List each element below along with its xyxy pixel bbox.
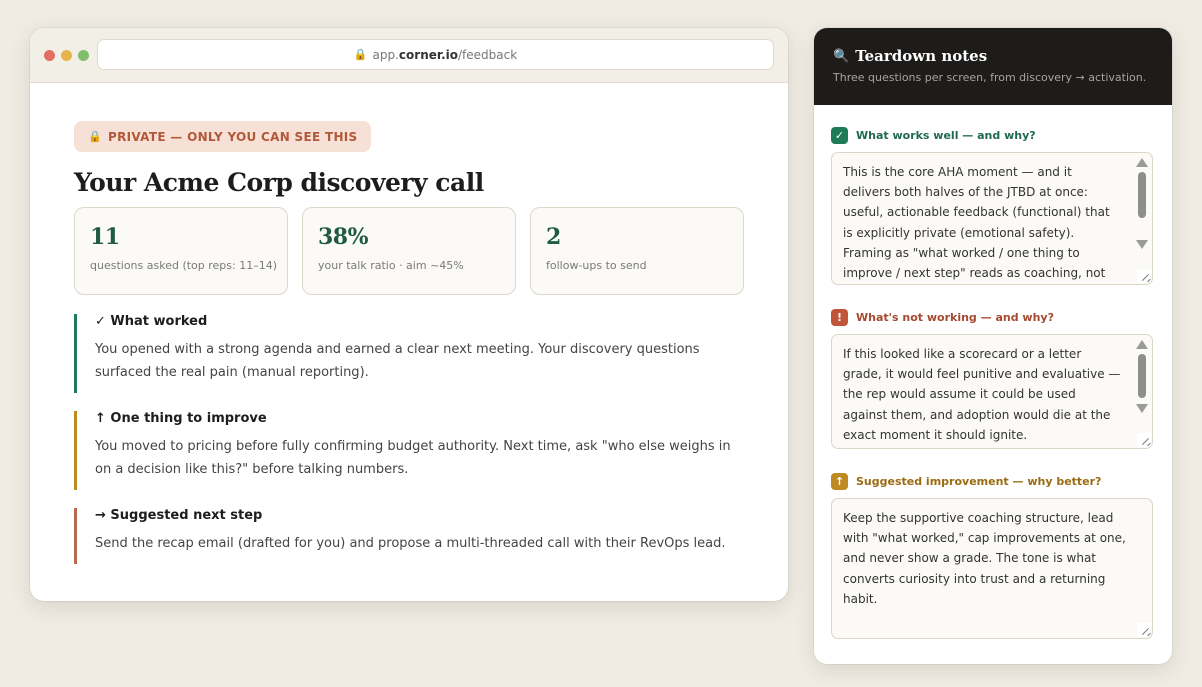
stat-card-questions: 11 questions asked (top reps: 11–14) [74, 207, 288, 295]
question-label-row: ✓ What works well — and why? [831, 127, 1155, 144]
magnifier-icon: 🔍 [833, 48, 850, 64]
minimize-window-button[interactable] [61, 50, 72, 61]
feedback-body: Send the recap email (drafted for you) a… [95, 536, 726, 551]
panel-subtitle: Three questions per screen, from discove… [833, 71, 1147, 84]
stat-value: 11 [90, 224, 120, 250]
stat-value: 38% [318, 224, 369, 250]
panel-title: Teardown notes [855, 47, 988, 65]
scroll-up-icon[interactable] [1136, 158, 1148, 167]
feedback-page: 🔒 PRIVATE — ONLY YOU CAN SEE THIS Your A… [74, 121, 744, 564]
answer-text: Keep the supportive coaching structure, … [843, 511, 1126, 606]
stat-label: your talk ratio · aim ~45% [318, 259, 464, 272]
scroll-thumb[interactable] [1138, 354, 1146, 398]
feedback-what-worked: ✓ What worked You opened with a strong a… [74, 314, 744, 393]
stat-value: 2 [546, 224, 561, 250]
question-label: Suggested improvement — why better? [856, 475, 1102, 488]
question-label-row: ! What's not working — and why? [831, 309, 1155, 326]
feedback-body: You opened with a strong agenda and earn… [95, 342, 700, 380]
address-bar[interactable]: 🔒 app. corner.io/feedback [97, 39, 774, 70]
feedback-next-step: → Suggested next step Send the recap ema… [74, 508, 744, 564]
url-path: /feedback [458, 47, 518, 62]
lock-icon: 🔒 [353, 48, 368, 61]
panel-title-row: 🔍 Teardown notes [833, 47, 1172, 65]
maximize-window-button[interactable] [78, 50, 89, 61]
scroll-down-icon[interactable] [1136, 404, 1148, 413]
question-label: What works well — and why? [856, 129, 1036, 142]
answer-textarea[interactable]: If this looked like a scorecard or a let… [831, 334, 1153, 449]
teardown-panel: 🔍 Teardown notes Three questions per scr… [814, 28, 1172, 664]
stat-label: questions asked (top reps: 11–14) [90, 259, 278, 272]
resize-grip-icon[interactable] [1137, 623, 1151, 637]
question-suggested-improvement: ↑ Suggested improvement — why better? Ke… [831, 473, 1155, 639]
browser-chrome: 🔒 app. corner.io/feedback [30, 28, 788, 83]
answer-text: This is the core AHA moment — and it del… [843, 165, 1110, 281]
check-icon: ✓ [831, 127, 848, 144]
lock-icon: 🔒 [88, 130, 102, 143]
answer-text: If this looked like a scorecard or a let… [843, 347, 1121, 442]
stat-card-follow-ups: 2 follow-ups to send [530, 207, 744, 295]
panel-header: 🔍 Teardown notes Three questions per scr… [814, 28, 1172, 105]
arrow-up-icon: ↑ [831, 473, 848, 490]
scrollbar[interactable] [1135, 338, 1149, 413]
url-domain: corner.io [398, 47, 459, 62]
feedback-body: You moved to pricing before fully confir… [95, 439, 731, 477]
stat-label: follow-ups to send [546, 259, 647, 272]
feedback-heading: ✓ What worked [95, 314, 208, 329]
scrollbar[interactable] [1135, 156, 1149, 249]
page-title: Your Acme Corp discovery call [74, 168, 484, 197]
warning-icon: ! [831, 309, 848, 326]
resize-grip-icon[interactable] [1137, 433, 1151, 447]
question-works-well: ✓ What works well — and why? This is the… [831, 127, 1155, 285]
question-not-working: ! What's not working — and why? If this … [831, 309, 1155, 449]
scroll-thumb[interactable] [1138, 172, 1146, 218]
feedback-heading: ↑ One thing to improve [95, 411, 267, 426]
scroll-down-icon[interactable] [1136, 240, 1148, 249]
answer-textarea[interactable]: Keep the supportive coaching structure, … [831, 498, 1153, 639]
answer-textarea[interactable]: This is the core AHA moment — and it del… [831, 152, 1153, 285]
question-label: What's not working — and why? [856, 311, 1054, 324]
feedback-improve: ↑ One thing to improve You moved to pric… [74, 411, 744, 490]
resize-grip-icon[interactable] [1137, 269, 1151, 283]
question-label-row: ↑ Suggested improvement — why better? [831, 473, 1155, 490]
scroll-up-icon[interactable] [1136, 340, 1148, 349]
url-prefix: app. [372, 47, 399, 62]
stats-row: 11 questions asked (top reps: 11–14) 38%… [74, 207, 744, 295]
feedback-heading: → Suggested next step [95, 508, 263, 523]
private-badge: 🔒 PRIVATE — ONLY YOU CAN SEE THIS [74, 121, 371, 152]
browser-window: 🔒 app. corner.io/feedback 🔒 PRIVATE — ONL… [30, 28, 788, 601]
stat-card-talk-ratio: 38% your talk ratio · aim ~45% [302, 207, 516, 295]
close-window-button[interactable] [44, 50, 55, 61]
private-label: PRIVATE — ONLY YOU CAN SEE THIS [108, 129, 358, 144]
